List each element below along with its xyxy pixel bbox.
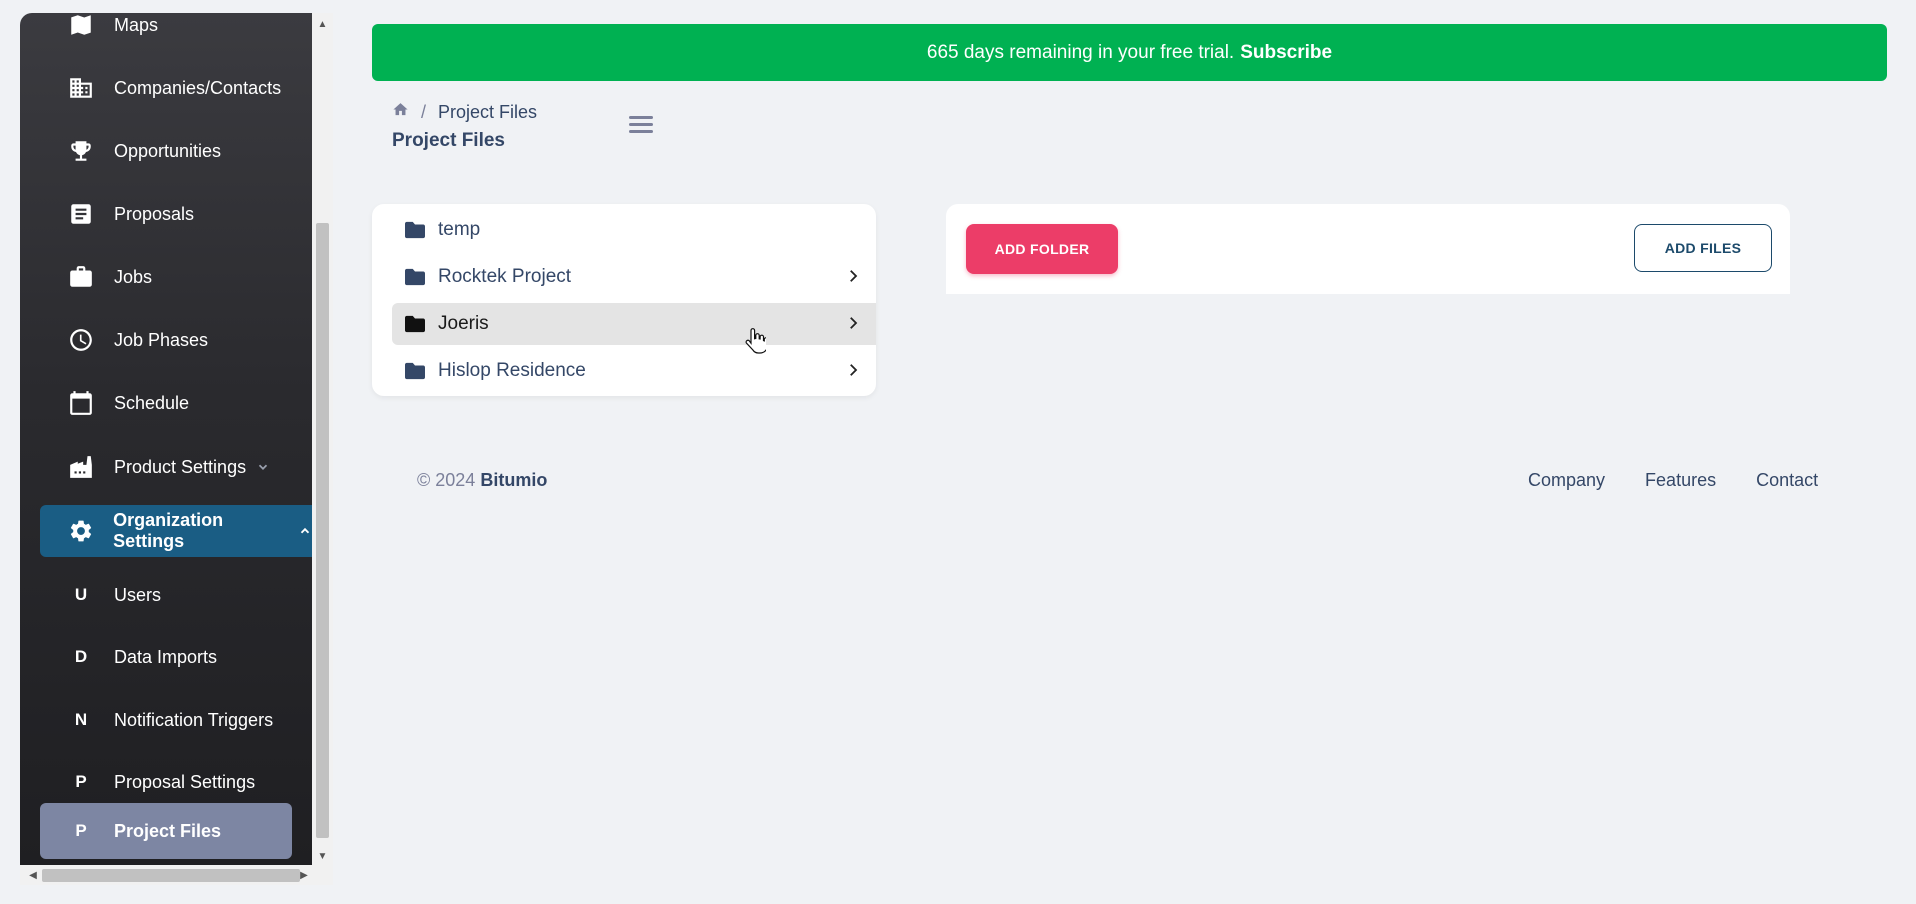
add-files-button[interactable]: ADD FILES xyxy=(1634,224,1772,272)
footer-brand-link[interactable]: Bitumio xyxy=(480,470,547,490)
sidebar-item-job-phases[interactable]: Job Phases xyxy=(40,314,292,366)
sidebar-subitem-project-files[interactable]: P Project Files xyxy=(40,803,292,859)
sidebar-subitem-proposal-settings[interactable]: P Proposal Settings xyxy=(40,756,292,808)
folder-item-joeris[interactable]: Joeris xyxy=(392,303,876,345)
chevron-right-icon[interactable] xyxy=(844,361,862,379)
scrollbar-thumb[interactable] xyxy=(42,869,300,882)
building-icon xyxy=(66,73,96,103)
subscribe-link[interactable]: Subscribe xyxy=(1240,42,1332,64)
sidebar-item-organization-settings[interactable]: Organization Settings xyxy=(40,505,312,557)
sidebar-container: Maps Companies/Contacts Opportunities Pr… xyxy=(20,13,333,885)
sidebar-item-maps[interactable]: Maps xyxy=(40,13,292,51)
chevron-right-icon[interactable] xyxy=(844,314,862,332)
scroll-down-arrow-icon[interactable]: ▼ xyxy=(312,847,333,865)
sidebar-subitem-label: Project Files xyxy=(114,820,222,841)
chevron-right-icon[interactable] xyxy=(844,267,862,285)
sidebar-subitem-letter: D xyxy=(74,647,88,666)
menu-toggle-icon[interactable] xyxy=(629,114,655,134)
trial-banner: 665 days remaining in your free trial. S… xyxy=(372,24,1887,81)
document-icon xyxy=(66,199,96,229)
sidebar-item-label: Maps xyxy=(114,14,159,35)
home-icon[interactable] xyxy=(392,101,409,123)
sidebar-subitem-letter: P xyxy=(75,821,87,840)
sidebar-item-label: Jobs xyxy=(114,266,153,287)
sidebar-item-companies-contacts[interactable]: Companies/Contacts xyxy=(40,62,292,114)
breadcrumb: / Project Files xyxy=(392,100,537,124)
folder-item-temp[interactable]: temp xyxy=(392,209,876,251)
sidebar-item-label: Schedule xyxy=(114,392,190,413)
folder-icon xyxy=(404,220,426,240)
clock-icon xyxy=(66,325,96,355)
hand-pointer-cursor-icon xyxy=(744,328,768,354)
sidebar-subitem-notification-triggers[interactable]: N Notification Triggers xyxy=(40,694,292,746)
sidebar-item-schedule[interactable]: Schedule xyxy=(40,377,292,429)
trial-banner-text: 665 days remaining in your free trial. xyxy=(926,41,1235,63)
files-panel: ADD FOLDER ADD FILES xyxy=(946,204,1790,294)
sidebar-item-jobs[interactable]: Jobs xyxy=(40,251,292,303)
folder-name: Hislop Residence xyxy=(438,360,586,381)
sidebar-item-label: Job Phases xyxy=(114,329,209,350)
chevron-up-icon xyxy=(298,524,312,538)
scroll-right-arrow-icon[interactable]: ▶ xyxy=(295,865,313,885)
sidebar: Maps Companies/Contacts Opportunities Pr… xyxy=(20,13,312,865)
sidebar-subitem-label: Notification Triggers xyxy=(114,709,274,730)
footer-copyright: © 2024 Bitumio xyxy=(417,470,547,491)
sidebar-vertical-scrollbar[interactable]: ▲ ▼ xyxy=(312,13,333,865)
chevron-down-icon xyxy=(256,460,270,474)
copyright-text: © 2024 xyxy=(417,470,476,490)
sidebar-item-opportunities[interactable]: Opportunities xyxy=(40,125,292,177)
folder-name: Joeris xyxy=(438,313,489,334)
gear-icon xyxy=(66,516,95,546)
footer-links: Company Features Contact xyxy=(1528,470,1818,491)
sidebar-item-label: Product Settings xyxy=(114,456,247,477)
scroll-up-arrow-icon[interactable]: ▲ xyxy=(312,15,333,33)
map-icon xyxy=(66,13,96,40)
breadcrumb-current: Project Files xyxy=(438,101,538,122)
folder-item-rocktek-project[interactable]: Rocktek Project xyxy=(392,256,876,298)
folder-tree: temp Rocktek Project Joeris Hislop Resid… xyxy=(372,204,876,396)
sidebar-subitem-letter: P xyxy=(75,772,87,791)
sidebar-item-label: Companies/Contacts xyxy=(114,77,282,98)
sidebar-item-product-settings[interactable]: Product Settings xyxy=(40,441,292,493)
page-title: Project Files xyxy=(392,130,505,151)
folder-icon xyxy=(404,361,426,381)
sidebar-subitem-label: Proposal Settings xyxy=(114,771,256,792)
sidebar-subitem-users[interactable]: U Users xyxy=(40,569,292,621)
folder-icon xyxy=(404,314,426,334)
breadcrumb-separator: / xyxy=(421,101,427,122)
calendar-icon xyxy=(66,388,96,418)
sidebar-item-label: Organization Settings xyxy=(113,510,224,551)
scroll-left-arrow-icon[interactable]: ◀ xyxy=(24,865,42,885)
sidebar-subitem-label: Users xyxy=(114,584,162,605)
sidebar-subitem-data-imports[interactable]: D Data Imports xyxy=(40,631,292,683)
add-folder-button[interactable]: ADD FOLDER xyxy=(966,224,1118,274)
scrollbar-thumb[interactable] xyxy=(316,223,329,838)
folder-name: Rocktek Project xyxy=(438,266,572,287)
sidebar-subitem-letter: N xyxy=(74,710,88,729)
factory-icon xyxy=(66,452,96,482)
trophy-icon xyxy=(66,136,96,166)
sidebar-item-label: Opportunities xyxy=(114,140,222,161)
sidebar-item-label: Proposals xyxy=(114,203,195,224)
sidebar-horizontal-scrollbar[interactable]: ◀ ▶ xyxy=(20,865,333,885)
folder-name: temp xyxy=(438,219,481,240)
sidebar-item-proposals[interactable]: Proposals xyxy=(40,188,292,240)
folder-icon xyxy=(404,267,426,287)
sidebar-subitem-letter: U xyxy=(74,585,88,604)
sidebar-subitem-label: Data Imports xyxy=(114,646,218,667)
footer-link-company[interactable]: Company xyxy=(1528,470,1605,491)
briefcase-icon xyxy=(66,262,96,292)
footer-link-features[interactable]: Features xyxy=(1645,470,1716,491)
folder-item-hislop-residence[interactable]: Hislop Residence xyxy=(392,350,876,392)
footer-link-contact[interactable]: Contact xyxy=(1756,470,1818,491)
